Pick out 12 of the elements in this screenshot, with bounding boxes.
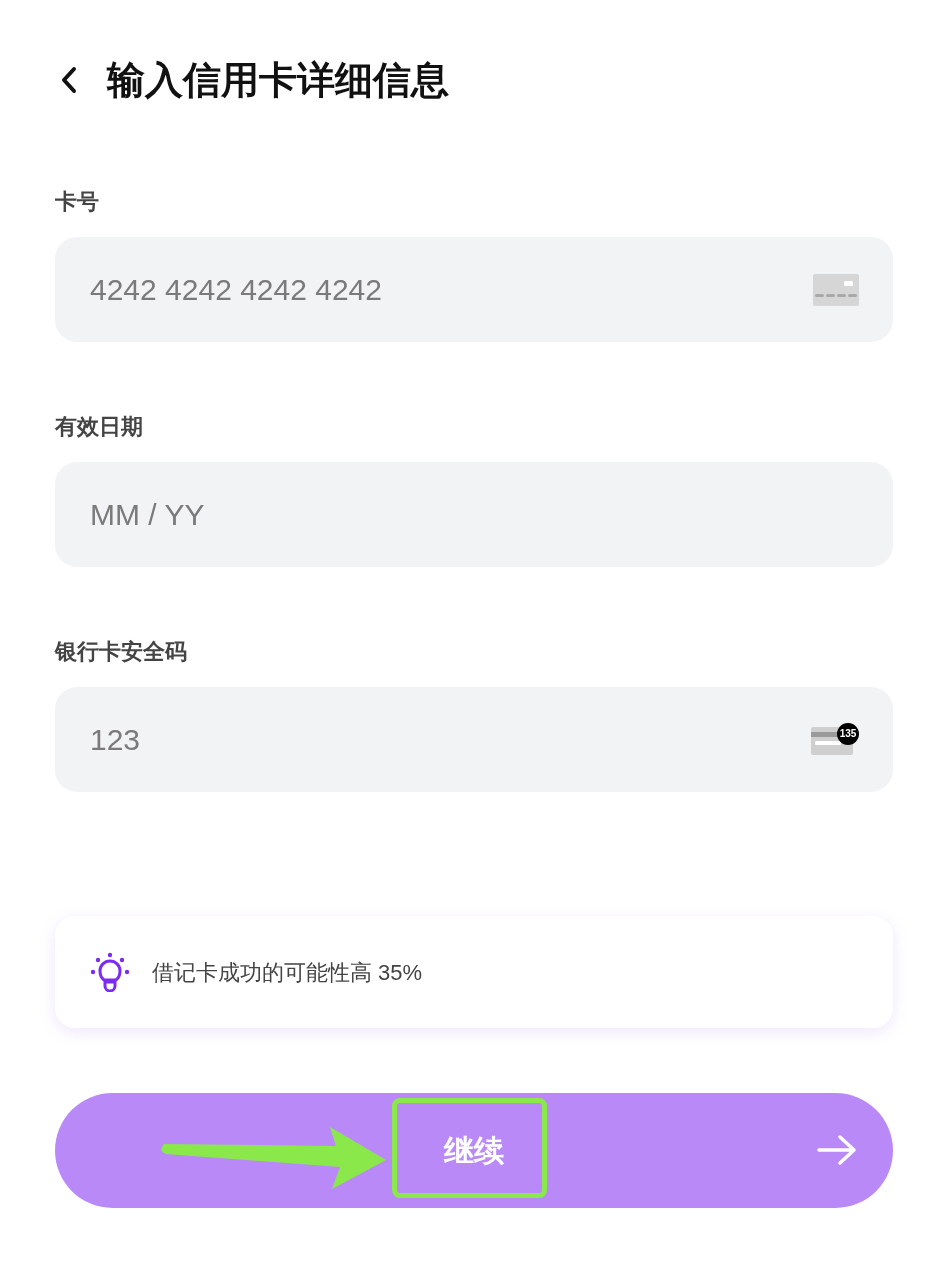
input-field[interactable]: MM / YY <box>55 462 893 567</box>
input-field[interactable]: 4242 4242 4242 4242 <box>55 237 893 342</box>
tip-text: 借记卡成功的可能性高 35% <box>152 958 423 987</box>
arrow-right-icon <box>817 1134 857 1166</box>
field-label: 银行卡安全码 <box>55 639 188 665</box>
page-title: 输入信用卡详细信息 <box>107 61 449 99</box>
back-icon <box>60 66 78 94</box>
card-icon <box>813 274 859 306</box>
continue-button[interactable]: 继续 <box>55 1093 893 1208</box>
lightbulb-icon <box>90 952 130 992</box>
field-label: 卡号 <box>55 189 100 215</box>
field-label: 有效日期 <box>55 414 144 440</box>
